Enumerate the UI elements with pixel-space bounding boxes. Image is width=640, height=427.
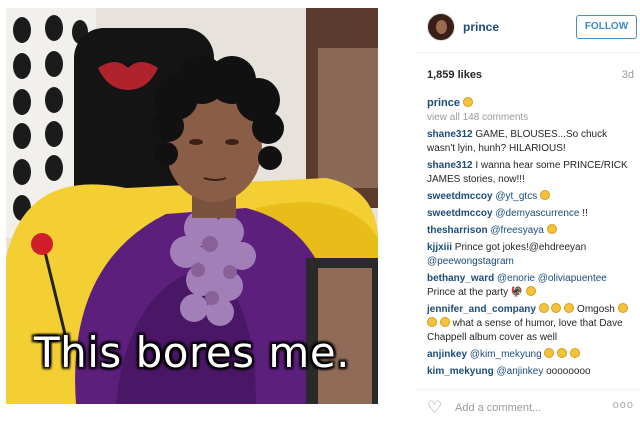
comment-item: shane312 GAME, BLOUSES...So chuck wasn't… [427,128,635,156]
comment-text: Omgosh [577,304,615,315]
footer-divider [416,389,640,390]
comment-mention[interactable]: @oliviapuentee [538,273,607,284]
avatar-face [436,20,447,34]
laughing-emoji-icon [564,303,575,313]
smirk-emoji-icon [463,97,474,107]
comment-item: sweetdmccoy @yt_gtcs [427,190,635,204]
comment-mention[interactable]: @enorie [497,273,535,284]
comment-mention[interactable]: @freesyaya [490,225,544,236]
comment-item: jennifer_and_company Omgosh what a sense… [427,303,635,345]
laughing-emoji-icon [526,286,537,296]
image-overlay-text: This bores me. [33,328,351,377]
comment-text: Prince at the party 🦃 [427,287,524,298]
laughing-emoji-icon [551,303,562,313]
comment-mention[interactable]: @anjinkey [496,366,543,377]
comment-mention[interactable]: @kim_mekyung [470,349,542,360]
comment-text: oooooooo [546,366,591,377]
laughing-emoji-icon [557,348,568,358]
comment-text-continued: what a sense of humor, love that Dave Ch… [427,318,623,343]
comment-username[interactable]: bethany_ward [427,273,494,284]
view-all-comments-link[interactable]: view all 148 comments [427,112,635,123]
laughing-emoji-icon [544,348,555,358]
caption: prince [427,97,635,109]
comment-mention[interactable]: @peewongstagram [427,256,514,267]
follow-button[interactable]: FOLLOW [576,15,637,39]
comment-item: bethany_ward @enorie @oliviapuentee Prin… [427,272,635,300]
post-age[interactable]: 3d [622,69,634,81]
laughing-emoji-icon [540,190,550,200]
comment-item: sweetdmccoy @demyascurrence !! [427,207,635,221]
post-footer: ♡ Add a comment... ooo [416,393,640,423]
comment-text: Prince got jokes!@ehdreeyan [454,242,587,253]
avatar[interactable] [427,13,455,41]
laughing-emoji-icon [617,303,628,313]
likes-count[interactable]: 1,859 likes [427,69,482,81]
caption-username[interactable]: prince [427,97,460,109]
comment-text: !! [582,208,588,219]
comment-username[interactable]: sweetdmccoy [427,191,493,202]
add-comment-input[interactable]: Add a comment... [455,402,541,414]
comment-username[interactable]: shane312 [427,129,473,140]
comment-username[interactable]: kjjxiii [427,242,452,253]
comment-item: anjinkey @kim_mekyung [427,348,635,362]
comment-username[interactable]: thesharrison [427,225,488,236]
more-options-button[interactable]: ooo [613,399,634,411]
post-side-panel: prince FOLLOW 1,859 likes 3d prince view… [416,0,640,427]
comment-username[interactable]: jennifer_and_company [427,304,536,315]
header-username[interactable]: prince [463,20,499,34]
comment-username[interactable]: sweetdmccoy [427,208,493,219]
comment-mention[interactable]: @yt_gtcs [495,191,537,202]
heart-icon[interactable]: ♡ [427,398,442,418]
comment-username[interactable]: kim_mekyung [427,366,494,377]
header-divider [416,52,640,53]
comment-mention[interactable]: @demyascurrence [495,208,579,219]
comment-username[interactable]: anjinkey [427,349,467,360]
comment-item: kjjxiii Prince got jokes!@ehdreeyan @pee… [427,241,635,269]
comment-item: thesharrison @freesyaya [427,224,635,238]
laughing-emoji-icon [538,303,549,313]
laughing-emoji-icon [570,348,580,358]
laughing-emoji-icon [439,317,450,327]
comment-item: shane312 I wanna hear some PRINCE/RICK J… [427,159,635,187]
laughing-emoji-icon [546,224,557,234]
laughing-emoji-icon [427,317,437,327]
comment-username[interactable]: shane312 [427,160,473,171]
comment-list: prince view all 148 comments shane312 GA… [427,97,635,387]
comment-item: kim_mekyung @anjinkey oooooooo [427,365,635,379]
post-image[interactable]: This bores me. [6,8,378,404]
post-header: prince FOLLOW [416,10,640,44]
